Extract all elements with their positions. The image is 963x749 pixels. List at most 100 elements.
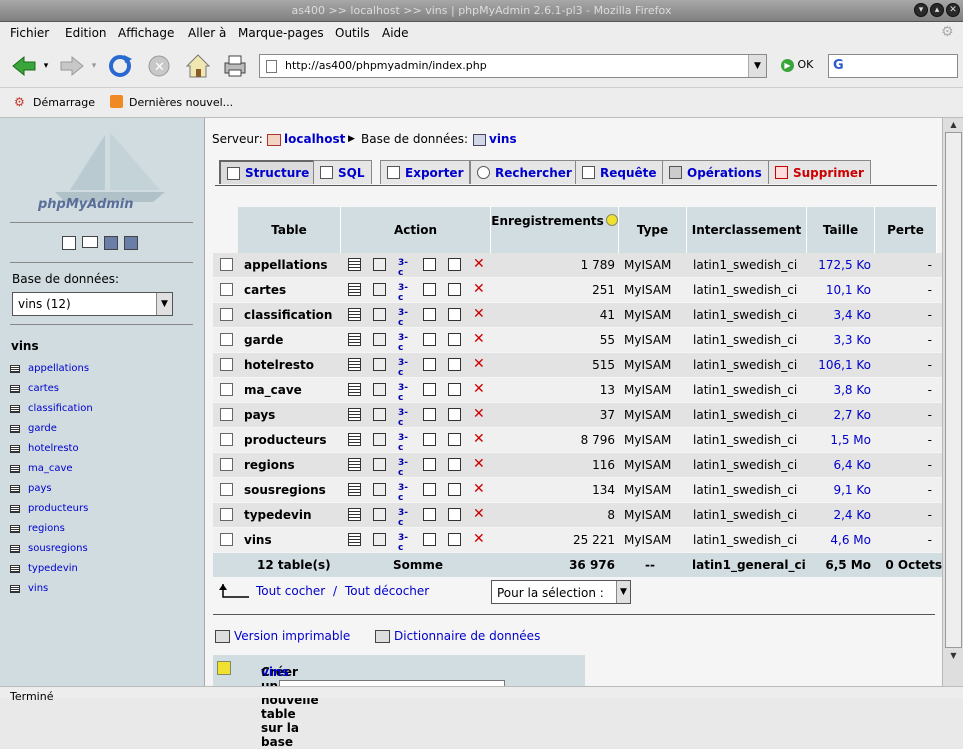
search-icon[interactable] bbox=[423, 433, 436, 446]
drop-icon[interactable]: ✕ bbox=[473, 457, 486, 471]
sidebar-item-table[interactable]: classification bbox=[10, 403, 93, 414]
scroll-down-icon[interactable]: ▼ bbox=[945, 650, 962, 662]
bookmark-demarrage[interactable]: Démarrage bbox=[33, 96, 95, 109]
table-name[interactable]: classification bbox=[244, 303, 332, 327]
browse-icon[interactable] bbox=[10, 544, 20, 553]
row-checkbox[interactable] bbox=[220, 283, 233, 296]
url-field[interactable]: http://as400/phpmyadmin/index.php ▼ bbox=[259, 54, 767, 78]
empty-icon[interactable] bbox=[448, 533, 461, 546]
row-checkbox[interactable] bbox=[220, 483, 233, 496]
phpmyadmin-logo[interactable]: phpMyAdmin bbox=[35, 130, 175, 212]
minimize-icon[interactable]: ▾ bbox=[914, 3, 928, 17]
table-name[interactable]: vins bbox=[244, 528, 272, 552]
browse-icon[interactable] bbox=[10, 524, 20, 533]
browse-icon[interactable] bbox=[348, 258, 361, 271]
sidebar-item-table[interactable]: sousregions bbox=[10, 543, 88, 554]
table-size[interactable]: 172,5 Ko bbox=[807, 253, 871, 277]
drop-icon[interactable]: ✕ bbox=[473, 407, 486, 421]
table-name[interactable]: regions bbox=[244, 453, 295, 477]
menu-marque-pages[interactable]: Marque-pages bbox=[238, 26, 324, 40]
structure-icon[interactable] bbox=[373, 283, 386, 296]
table-size[interactable]: 3,3 Ko bbox=[807, 328, 871, 352]
insert-icon[interactable]: 3-c bbox=[398, 458, 411, 478]
table-size[interactable]: 3,4 Ko bbox=[807, 303, 871, 327]
sidebar-item-table[interactable]: ma_cave bbox=[10, 463, 73, 474]
tab-exporter[interactable]: Exporter bbox=[380, 160, 471, 184]
sidebar-item-table[interactable]: producteurs bbox=[10, 503, 88, 514]
empty-icon[interactable] bbox=[448, 508, 461, 521]
scrollbar-thumb[interactable] bbox=[945, 132, 962, 648]
search-icon[interactable] bbox=[423, 333, 436, 346]
sidebar-item-table[interactable]: garde bbox=[10, 423, 57, 434]
table-size[interactable]: 3,8 Ko bbox=[807, 378, 871, 402]
table-name[interactable]: pays bbox=[244, 403, 275, 427]
search-icon[interactable] bbox=[423, 458, 436, 471]
empty-icon[interactable] bbox=[448, 308, 461, 321]
search-icon[interactable] bbox=[423, 508, 436, 521]
empty-icon[interactable] bbox=[448, 433, 461, 446]
row-checkbox[interactable] bbox=[220, 258, 233, 271]
sidebar-item-table[interactable]: regions bbox=[10, 523, 65, 534]
sidebar-item-table[interactable]: cartes bbox=[10, 383, 59, 394]
sidebar-item-table[interactable]: vins bbox=[10, 583, 48, 594]
row-checkbox[interactable] bbox=[220, 383, 233, 396]
query-window-icon[interactable] bbox=[124, 236, 138, 250]
structure-icon[interactable] bbox=[373, 358, 386, 371]
empty-icon[interactable] bbox=[448, 258, 461, 271]
breadcrumb-server-link[interactable]: localhost bbox=[284, 132, 345, 146]
row-checkbox[interactable] bbox=[220, 458, 233, 471]
row-checkbox[interactable] bbox=[220, 508, 233, 521]
insert-icon[interactable]: 3-c bbox=[398, 408, 411, 428]
table-name[interactable]: producteurs bbox=[244, 428, 326, 452]
tab-requete[interactable]: Requête bbox=[575, 160, 664, 184]
with-selected-select[interactable]: Pour la sélection : ▼ bbox=[491, 580, 631, 604]
search-icon[interactable] bbox=[423, 283, 436, 296]
table-size[interactable]: 106,1 Ko bbox=[807, 353, 871, 377]
maximize-icon[interactable]: ▴ bbox=[930, 3, 944, 17]
browse-icon[interactable] bbox=[348, 408, 361, 421]
browse-icon[interactable] bbox=[10, 384, 20, 393]
table-name[interactable]: sousregions bbox=[244, 478, 326, 502]
drop-icon[interactable]: ✕ bbox=[473, 257, 486, 271]
browse-icon[interactable] bbox=[10, 364, 20, 373]
print-view-link[interactable]: Version imprimable bbox=[215, 629, 350, 643]
browse-icon[interactable] bbox=[10, 404, 20, 413]
tab-supprimer[interactable]: Supprimer bbox=[768, 160, 871, 184]
drop-icon[interactable]: ✕ bbox=[473, 382, 486, 396]
insert-icon[interactable]: 3-c bbox=[398, 383, 411, 403]
menu-aide[interactable]: Aide bbox=[382, 26, 409, 40]
breadcrumb-db-link[interactable]: vins bbox=[489, 132, 517, 146]
sidebar-item-table[interactable]: typedevin bbox=[10, 563, 78, 574]
tab-rechercher[interactable]: Rechercher bbox=[470, 160, 579, 184]
sidebar-item-table[interactable]: hotelresto bbox=[10, 443, 79, 454]
browse-icon[interactable] bbox=[348, 433, 361, 446]
scroll-up-icon[interactable]: ▲ bbox=[945, 119, 962, 131]
search-icon[interactable] bbox=[423, 258, 436, 271]
drop-icon[interactable]: ✕ bbox=[473, 357, 486, 371]
row-checkbox[interactable] bbox=[220, 308, 233, 321]
empty-icon[interactable] bbox=[448, 483, 461, 496]
browse-icon[interactable] bbox=[348, 283, 361, 296]
menu-affichage[interactable]: Affichage bbox=[118, 26, 174, 40]
check-all-link[interactable]: Tout cocher bbox=[256, 584, 325, 598]
print-button[interactable] bbox=[221, 52, 249, 80]
forward-dropdown-icon[interactable]: ▾ bbox=[88, 52, 100, 80]
browse-icon[interactable] bbox=[348, 508, 361, 521]
structure-icon[interactable] bbox=[373, 508, 386, 521]
browse-icon[interactable] bbox=[348, 308, 361, 321]
table-name[interactable]: garde bbox=[244, 328, 283, 352]
row-checkbox[interactable] bbox=[220, 333, 233, 346]
browse-icon[interactable] bbox=[10, 484, 20, 493]
tab-structure[interactable]: Structure bbox=[219, 160, 318, 184]
reload-button[interactable] bbox=[106, 52, 134, 80]
menu-aller[interactable]: Aller à bbox=[188, 26, 226, 40]
empty-icon[interactable] bbox=[448, 458, 461, 471]
empty-icon[interactable] bbox=[448, 408, 461, 421]
structure-icon[interactable] bbox=[373, 483, 386, 496]
menu-edition[interactable]: Edition bbox=[65, 26, 107, 40]
sidebar-item-table[interactable]: appellations bbox=[10, 363, 89, 374]
row-checkbox[interactable] bbox=[220, 433, 233, 446]
search-icon[interactable] bbox=[423, 408, 436, 421]
empty-icon[interactable] bbox=[448, 283, 461, 296]
help-icon[interactable] bbox=[104, 236, 118, 250]
